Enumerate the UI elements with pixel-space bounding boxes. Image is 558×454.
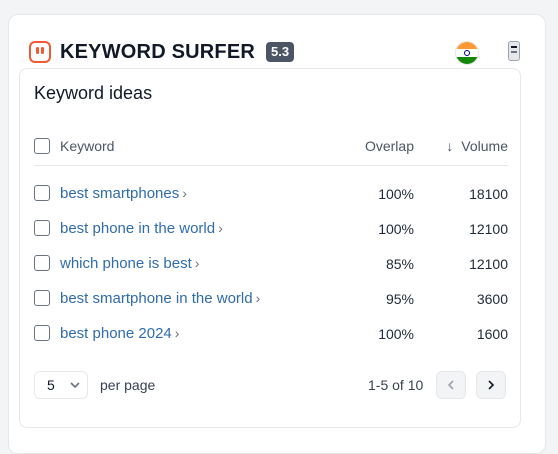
overlap-value: 100% <box>378 186 414 202</box>
previous-page-button[interactable] <box>436 371 466 399</box>
volume-column-header[interactable]: ↓ Volume <box>446 138 508 154</box>
volume-value: 18100 <box>469 186 508 202</box>
volume-value: 1600 <box>476 326 508 342</box>
table-row: which phone is best › 85% 12100 <box>34 254 508 289</box>
chevron-left-icon <box>447 380 454 390</box>
chevron-right-icon: › <box>194 255 200 271</box>
keyword-ideas-card: Keyword ideas Keyword Overlap ↓ Volume b… <box>19 68 521 428</box>
overlap-column-header[interactable]: Overlap <box>365 138 414 154</box>
per-page-select[interactable]: 5 <box>34 371 88 399</box>
keyword-column-header[interactable]: Keyword <box>60 138 114 154</box>
select-all-checkbox[interactable] <box>34 138 50 154</box>
brand-name: KEYWORD SURFER <box>60 40 256 63</box>
overlap-value: 85% <box>385 256 414 272</box>
keyword-link[interactable]: best phone in the world › <box>60 220 223 237</box>
chevron-right-icon <box>488 380 495 390</box>
version-badge: 5.3 <box>266 42 295 62</box>
row-checkbox[interactable] <box>34 255 50 271</box>
pagination-bar: 5 per page 1-5 of 10 <box>34 371 508 401</box>
page-range: 1-5 of 10 <box>368 377 424 393</box>
surfer-logo-icon <box>29 41 51 63</box>
overlap-value: 95% <box>385 291 414 307</box>
chevron-down-icon <box>70 382 80 389</box>
table-row: best phone 2024 › 100% 1600 <box>34 324 508 359</box>
volume-value: 12100 <box>469 221 508 237</box>
panel-header: KEYWORD SURFER 5.3 <box>29 39 295 65</box>
row-checkbox[interactable] <box>34 290 50 306</box>
overlap-value: 100% <box>378 326 414 342</box>
sort-descending-icon: ↓ <box>446 138 454 154</box>
volume-value: 12100 <box>469 256 508 272</box>
keyword-link[interactable]: best smartphone in the world › <box>60 290 260 307</box>
chevron-right-icon: › <box>182 185 187 201</box>
card-title: Keyword ideas <box>34 83 153 103</box>
keyword-link[interactable]: which phone is best › <box>60 255 199 272</box>
chevron-right-icon: › <box>255 290 261 306</box>
overlap-value: 100% <box>378 221 414 237</box>
next-page-button[interactable] <box>476 371 506 399</box>
keyword-link[interactable]: best phone 2024 › <box>60 325 179 342</box>
table-row: best phone in the world › 100% 12100 <box>34 219 508 254</box>
row-checkbox[interactable] <box>34 220 50 236</box>
volume-value: 3600 <box>476 291 508 307</box>
india-flag-icon[interactable] <box>455 41 479 65</box>
per-page-label: per page <box>100 377 156 393</box>
mobile-device-icon[interactable] <box>503 39 525 65</box>
row-checkbox[interactable] <box>34 325 50 341</box>
keyword-link[interactable]: best smartphones › <box>60 185 187 202</box>
chevron-right-icon: › <box>174 325 180 341</box>
table-row: best smartphones › 100% 18100 <box>34 184 508 219</box>
table-header: Keyword Overlap ↓ Volume <box>34 133 508 166</box>
chevron-right-icon: › <box>218 220 223 236</box>
row-checkbox[interactable] <box>34 185 50 201</box>
table-row: best smartphone in the world › 95% 3600 <box>34 289 508 324</box>
